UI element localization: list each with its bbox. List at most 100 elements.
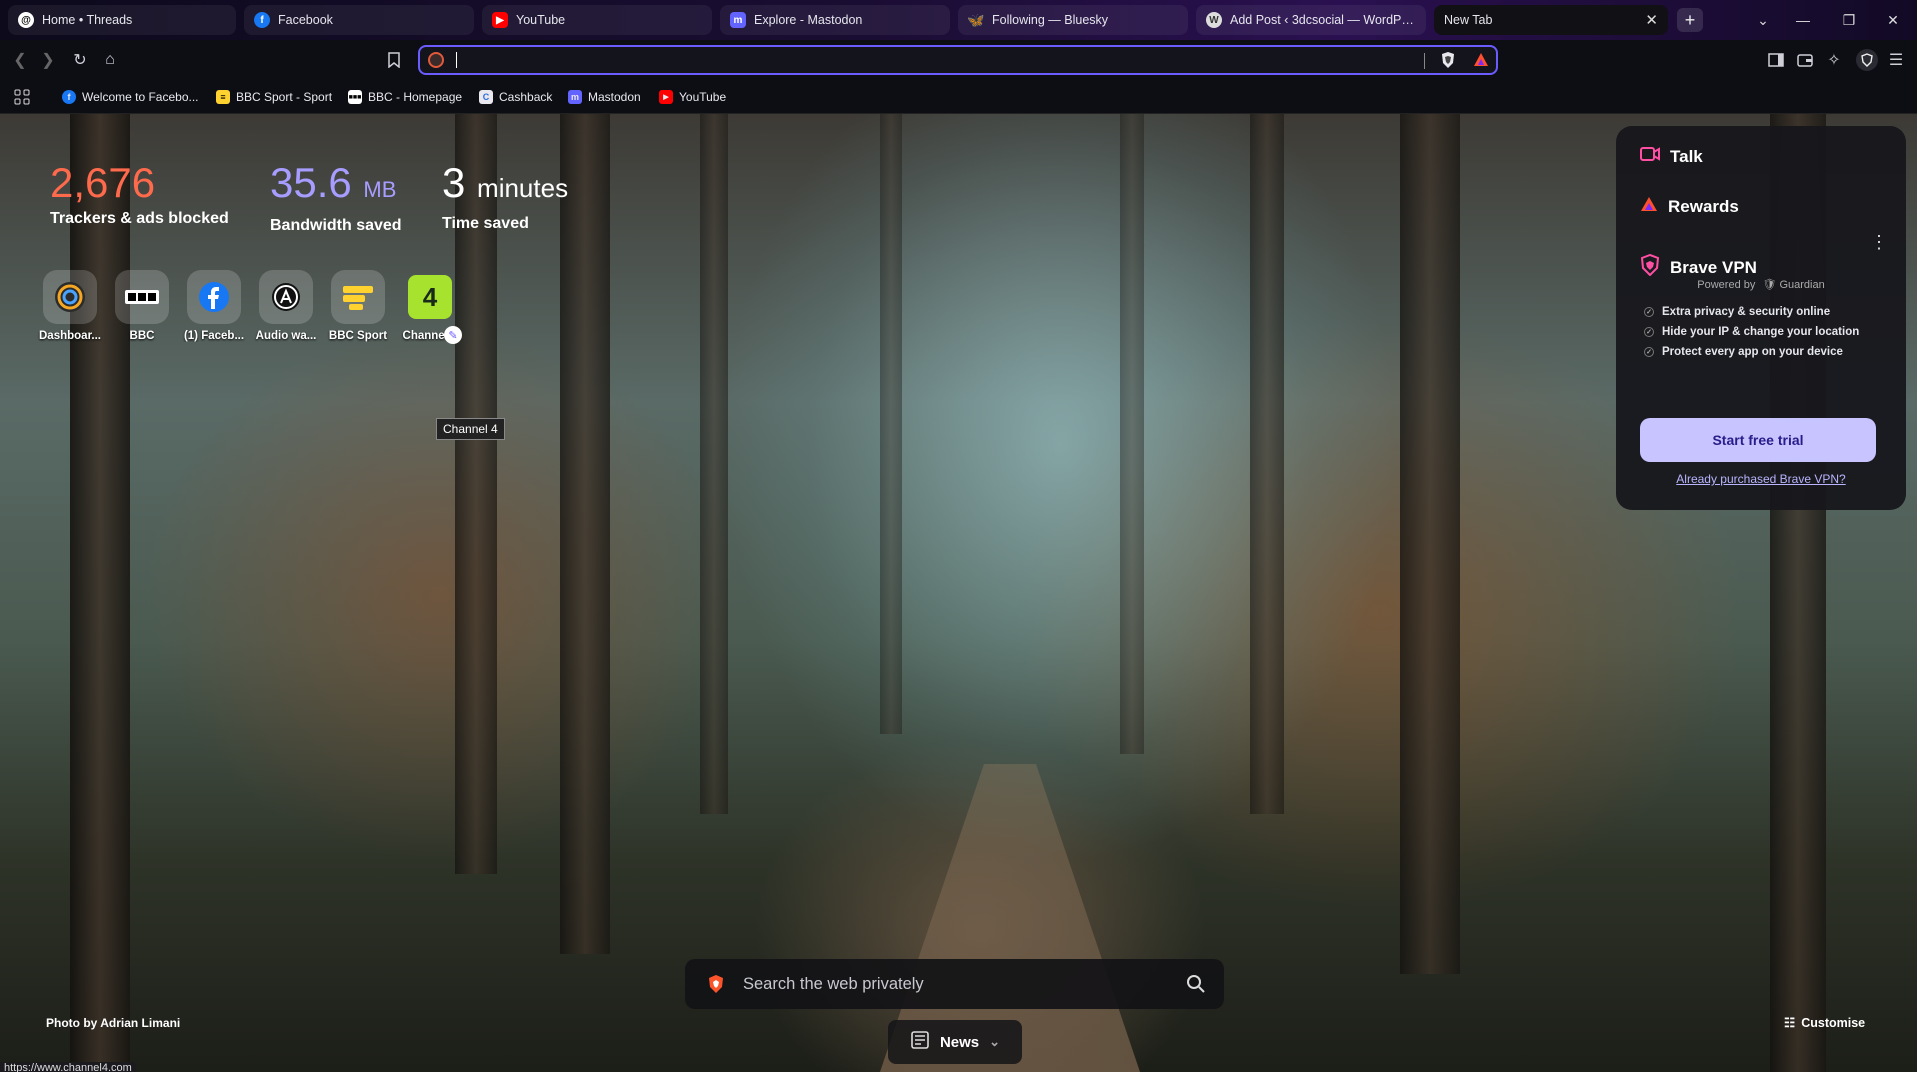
- close-window-button[interactable]: ✕: [1873, 6, 1913, 34]
- home-icon[interactable]: ⌂: [100, 50, 120, 70]
- stat-unit: minutes: [477, 173, 569, 203]
- tab-wordpress[interactable]: W Add Post ‹ 3dcsocial — WordPress: [1196, 5, 1426, 35]
- new-tab-page: 2,676 Trackers & ads blocked 35.6 MB Ban…: [0, 114, 1917, 1072]
- stat-label: Time saved: [442, 215, 529, 232]
- close-tab-icon[interactable]: ✕: [1645, 11, 1658, 29]
- powered-by: Powered by 🛡 Guardian: [1616, 278, 1906, 291]
- leo-ai-icon[interactable]: ✧: [1824, 50, 1844, 70]
- stat-value: 3: [442, 159, 466, 206]
- tab-youtube[interactable]: ▶ YouTube: [482, 5, 712, 35]
- vpn-shield-icon: [1640, 253, 1660, 281]
- wordpress-icon: W: [1206, 12, 1222, 28]
- mastodon-icon: m: [730, 12, 746, 28]
- bookmark-bbc-homepage[interactable]: ■■■ BBC - Homepage: [348, 86, 462, 108]
- tab-facebook[interactable]: f Facebook: [244, 5, 474, 35]
- news-label: News: [939, 1033, 980, 1051]
- brave-shields-icon[interactable]: [1440, 51, 1456, 74]
- search-icon[interactable]: [1186, 974, 1206, 994]
- text-cursor: [456, 52, 457, 68]
- tab-mastodon[interactable]: m Explore - Mastodon: [720, 5, 950, 35]
- tab-strip: @ Home • Threads f Facebook ▶ YouTube m …: [0, 0, 1917, 40]
- top-site-bbc-sport[interactable]: BBC Sport: [322, 270, 394, 342]
- brave-lion-icon: [709, 975, 723, 993]
- stat-value: 2,676: [50, 159, 156, 206]
- sliders-icon: ☷: [1784, 1016, 1796, 1030]
- customise-label: Customise: [1801, 1015, 1866, 1030]
- forward-icon[interactable]: ❯: [38, 50, 58, 70]
- tab-label: Add Post ‹ 3dcsocial — WordPress: [1230, 13, 1416, 27]
- rewards-triangle-icon: [1640, 196, 1658, 217]
- tab-label: New Tab: [1444, 13, 1493, 27]
- search-input[interactable]: [743, 971, 1163, 997]
- vpn-label: Brave VPN: [1670, 257, 1757, 277]
- audio-icon: [259, 270, 313, 324]
- brave-rewards-icon[interactable]: [1472, 51, 1490, 74]
- top-site-dashboard[interactable]: Dashboar...: [34, 270, 106, 342]
- top-site-bbc[interactable]: BBC: [106, 270, 178, 342]
- toolbar: ❮ ❯ ↻ ⌂ ✧ ☰: [0, 40, 1917, 80]
- camera-icon: [1640, 146, 1660, 167]
- minimize-button[interactable]: —: [1783, 6, 1823, 34]
- facebook-icon: f: [62, 90, 76, 104]
- vpn-shield-icon[interactable]: [1856, 49, 1878, 71]
- talk-row[interactable]: Talk: [1640, 146, 1703, 167]
- top-site-facebook[interactable]: (1) Faceb...: [178, 270, 250, 342]
- rewards-label: Rewards: [1668, 196, 1739, 216]
- restore-button[interactable]: ❐: [1829, 6, 1869, 34]
- check-icon: ✓: [1644, 347, 1654, 357]
- bookmark-bbc-sport[interactable]: ≡ BBC Sport - Sport: [216, 86, 332, 108]
- background-tree: [1120, 114, 1144, 754]
- background-tree: [560, 114, 610, 954]
- tab-label: Facebook: [278, 13, 333, 27]
- bbc-icon: [115, 270, 169, 324]
- facebook-icon: f: [254, 12, 270, 28]
- stat-unit: MB: [363, 177, 397, 202]
- tab-new-tab[interactable]: New Tab ✕: [1434, 5, 1668, 35]
- bookmark-icon[interactable]: [384, 50, 404, 70]
- top-site-label: Dashboar...: [39, 330, 101, 342]
- search-box[interactable]: [685, 959, 1224, 1009]
- background-tree: [1400, 114, 1460, 974]
- tab-list-chevron-icon[interactable]: ⌄: [1743, 6, 1783, 34]
- bookmark-cashback[interactable]: C Cashback: [479, 86, 552, 108]
- start-free-trial-button[interactable]: Start free trial: [1640, 418, 1876, 462]
- tab-label: YouTube: [516, 13, 566, 27]
- talk-label: Talk: [1670, 146, 1703, 166]
- menu-icon[interactable]: ☰: [1886, 50, 1906, 70]
- news-button[interactable]: News ⌄: [888, 1020, 1022, 1064]
- bookmark-youtube[interactable]: ▶ YouTube: [659, 86, 726, 108]
- background-tree: [1250, 114, 1284, 814]
- background-tree: [880, 114, 902, 734]
- tab-threads[interactable]: @ Home • Threads: [8, 5, 236, 35]
- already-purchased-link[interactable]: Already purchased Brave VPN?: [1616, 472, 1906, 486]
- rewards-row[interactable]: Rewards: [1640, 196, 1739, 217]
- feature-item: ✓ Extra privacy & security online: [1644, 306, 1830, 318]
- bookmark-facebook[interactable]: f Welcome to Facebo...: [62, 86, 199, 108]
- wallet-icon[interactable]: [1795, 50, 1815, 70]
- back-icon[interactable]: ❮: [10, 50, 30, 70]
- brave-widget-panel: Talk Rewards Brave VPN ⋮ Powered by 🛡 Gu…: [1616, 126, 1906, 510]
- photo-credit: Photo by Adrian Limani: [46, 1016, 181, 1030]
- reload-icon[interactable]: ↻: [70, 50, 90, 70]
- check-icon: ✓: [1644, 327, 1654, 337]
- tab-label: Home • Threads: [42, 13, 133, 27]
- edit-pencil-icon[interactable]: ✎: [444, 326, 462, 344]
- apps-grid-icon[interactable]: [14, 86, 30, 108]
- top-site-label: Audio wa...: [255, 330, 317, 342]
- top-site-label: BBC Sport: [328, 330, 388, 342]
- new-tab-button[interactable]: +: [1677, 8, 1703, 32]
- more-options-icon[interactable]: ⋮: [1870, 232, 1888, 253]
- tab-bluesky[interactable]: 🦋 Following — Bluesky: [958, 5, 1188, 35]
- sidebar-icon[interactable]: [1766, 50, 1786, 70]
- top-site-audio[interactable]: Audio wa...: [250, 270, 322, 342]
- address-bar[interactable]: [418, 45, 1498, 75]
- brave-vpn-row[interactable]: Brave VPN: [1640, 253, 1757, 281]
- customise-button[interactable]: ☷ Customise: [1784, 1015, 1866, 1031]
- top-site-label: (1) Faceb...: [183, 330, 245, 342]
- tooltip: Channel 4: [436, 418, 505, 440]
- bookmark-label: BBC Sport - Sport: [236, 90, 333, 104]
- address-input[interactable]: [460, 49, 1420, 71]
- news-icon: [910, 1030, 930, 1054]
- bandwidth-saved-stat: 35.6 MB Bandwidth saved: [270, 160, 402, 235]
- bookmark-mastodon[interactable]: m Mastodon: [568, 86, 641, 108]
